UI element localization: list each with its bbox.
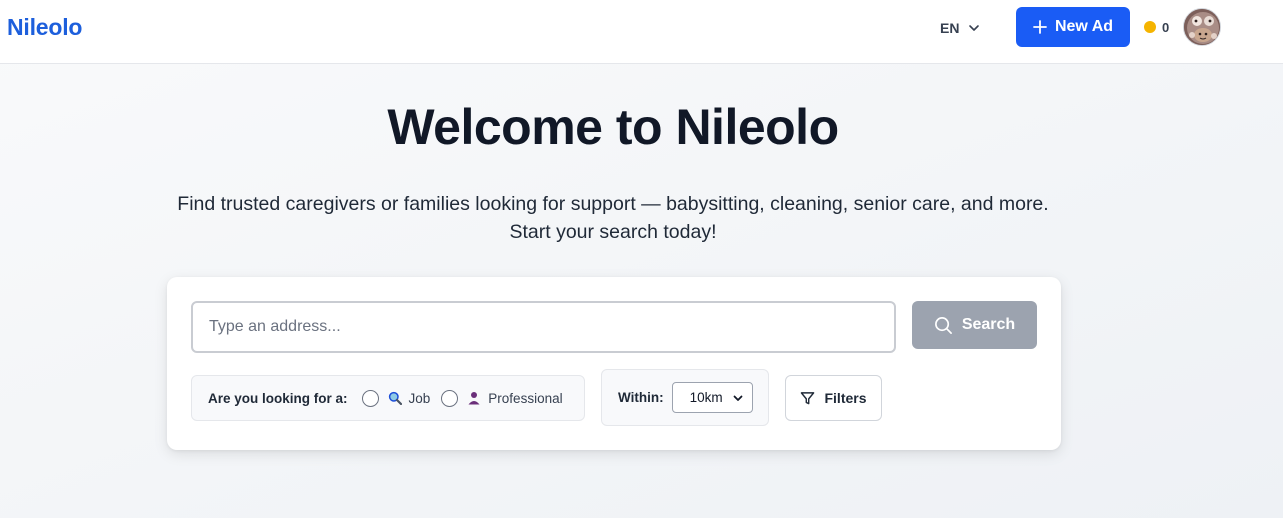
hero-subtitle-line-1: Find trusted caregivers or families look… (177, 193, 1049, 215)
within-group: Within: 10km (601, 369, 769, 426)
search-card: Search Are you looking for a: Job Profes (167, 277, 1061, 450)
filter-icon (801, 391, 815, 404)
user-avatar[interactable] (1183, 8, 1221, 46)
hero-subtitle-line-2: Start your search today! (509, 221, 717, 243)
language-label: EN (940, 20, 960, 36)
option-professional[interactable]: Professional (441, 389, 563, 407)
new-ad-label: New Ad (1054, 18, 1114, 35)
hero-title: Welcome to Nileolo (387, 99, 839, 155)
avatar-image-icon (1184, 9, 1220, 45)
option-job[interactable]: Job (361, 389, 431, 407)
job-radio[interactable] (361, 389, 379, 407)
search-icon (934, 316, 952, 334)
distance-select[interactable]: 10km (671, 382, 753, 413)
top-navbar: Nileolo EN New Ad 0 (0, 0, 1283, 64)
within-label: Within: (618, 390, 664, 405)
coin-icon (1144, 21, 1156, 33)
chevron-down-icon (969, 25, 980, 31)
brand-logo[interactable]: Nileolo (7, 14, 82, 41)
chevron-down-icon (733, 395, 743, 401)
professional-radio[interactable] (441, 389, 459, 407)
person-emoji-icon (467, 391, 481, 405)
address-input[interactable] (191, 301, 896, 353)
looking-for-group: Are you looking for a: Job Professional (191, 375, 585, 421)
distance-value: 10km (689, 390, 723, 405)
hero-subtitle: Find trusted caregivers or families look… (0, 190, 1226, 246)
magnifier-emoji-icon (388, 391, 402, 405)
looking-for-label: Are you looking for a: (208, 390, 348, 406)
coin-count: 0 (1162, 19, 1170, 35)
language-selector[interactable]: EN (940, 16, 981, 40)
search-button[interactable]: Search (912, 301, 1037, 349)
coin-balance: 0 (1144, 18, 1169, 36)
plus-icon (1033, 20, 1047, 34)
job-label: Job (408, 390, 431, 406)
professional-label: Professional (488, 390, 563, 406)
filters-button[interactable]: Filters (785, 375, 882, 421)
search-button-label: Search (961, 316, 1016, 333)
new-ad-button[interactable]: New Ad (1016, 7, 1130, 47)
filters-label: Filters (824, 390, 867, 406)
